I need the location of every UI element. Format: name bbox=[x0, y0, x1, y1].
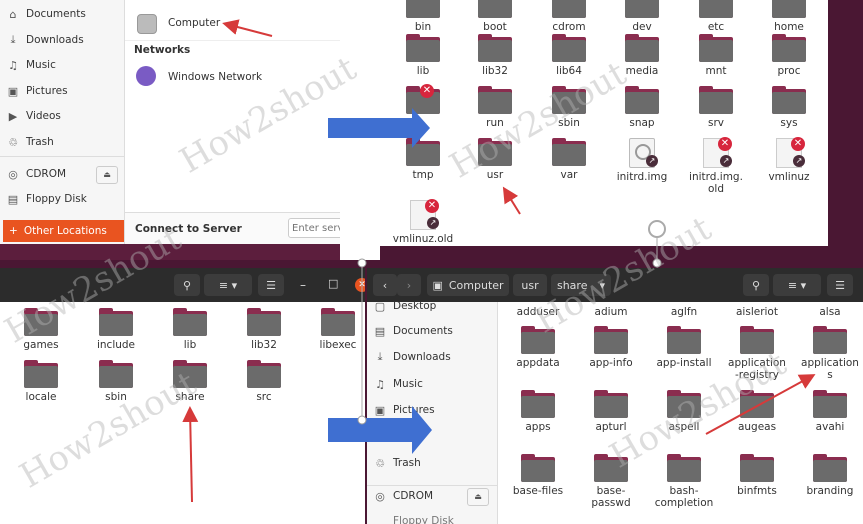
red-arrow bbox=[222, 19, 273, 37]
annotation-overlay bbox=[182, 19, 816, 503]
red-arrow bbox=[705, 374, 816, 435]
red-arrow bbox=[502, 186, 521, 215]
drag-handle bbox=[357, 258, 367, 268]
blue-arrow bbox=[328, 406, 432, 454]
drag-handle bbox=[357, 415, 367, 425]
red-arrow bbox=[182, 406, 199, 503]
rotate-handle bbox=[648, 220, 666, 238]
drag-handle bbox=[652, 258, 662, 268]
blue-arrow bbox=[328, 108, 430, 148]
